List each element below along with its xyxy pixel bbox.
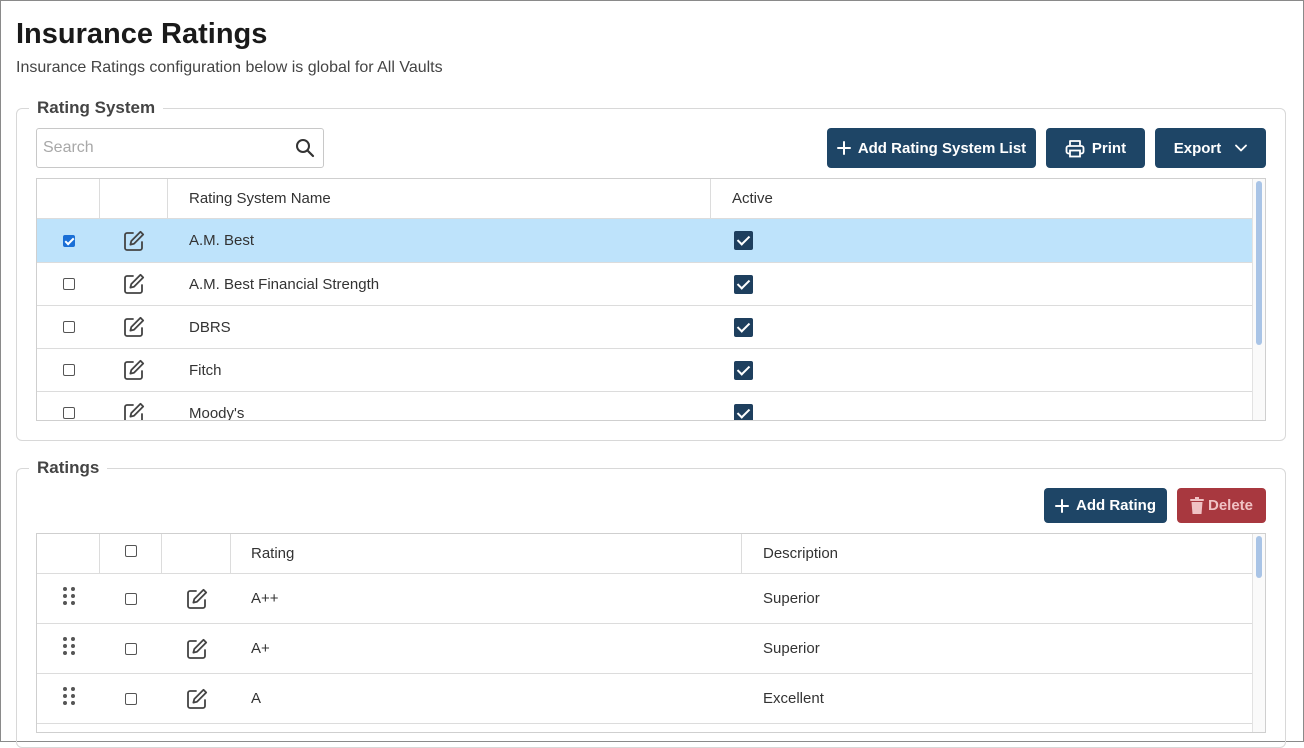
table-row[interactable]: A++ Superior <box>37 574 1254 624</box>
export-dropdown-button[interactable]: Export <box>1155 128 1266 168</box>
add-rating-system-list-label: Add Rating System List <box>857 139 1027 157</box>
print-button[interactable]: Print <box>1046 128 1145 168</box>
description-cell: Superior <box>763 590 820 607</box>
table-row[interactable]: A Excellent <box>37 674 1254 724</box>
edit-icon[interactable] <box>123 402 145 421</box>
edit-icon[interactable] <box>186 688 208 710</box>
rating-system-grid: Rating System Name Active A.M. Best A.M.… <box>36 178 1266 421</box>
active-checkbox[interactable] <box>734 274 753 294</box>
description-cell: Excellent <box>763 690 824 707</box>
printer-icon <box>1065 139 1085 157</box>
export-label: Export <box>1173 139 1222 157</box>
search-icon[interactable] <box>295 138 315 158</box>
rating-system-name-cell: A.M. Best Financial Strength <box>189 275 380 293</box>
drag-handle-icon[interactable] <box>62 587 75 605</box>
rating-system-name-cell: DBRS <box>189 318 231 336</box>
row-select-checkbox[interactable] <box>125 692 137 705</box>
print-label: Print <box>1091 139 1127 157</box>
row-select-checkbox[interactable] <box>62 278 75 290</box>
edit-icon[interactable] <box>186 638 208 660</box>
active-checkbox[interactable] <box>734 231 753 250</box>
edit-icon[interactable] <box>186 588 208 610</box>
row-select-checkbox[interactable] <box>125 592 137 605</box>
table-row[interactable]: DBRS <box>37 306 1254 349</box>
active-checkbox[interactable] <box>734 317 753 337</box>
active-checkbox[interactable] <box>734 403 753 420</box>
row-select-checkbox[interactable] <box>125 642 137 655</box>
rating-system-scrollbar[interactable] <box>1252 179 1265 420</box>
header-edit-cell <box>100 179 168 218</box>
page-subtitle: Insurance Ratings configuration below is… <box>16 59 443 76</box>
column-header-description[interactable]: Description <box>742 534 1254 573</box>
ratings-grid: Rating Description A++ Superior A+ Super… <box>36 533 1266 733</box>
rating-system-name-cell: Moody's <box>189 404 245 421</box>
row-select-checkbox[interactable] <box>62 234 75 247</box>
table-row[interactable]: Moody's <box>37 392 1254 421</box>
table-row[interactable]: A.M. Best <box>37 219 1254 263</box>
row-select-checkbox[interactable] <box>62 407 75 419</box>
rating-cell: A++ <box>251 590 279 607</box>
rating-cell: A <box>251 690 262 707</box>
add-rating-button[interactable]: Add Rating <box>1044 488 1167 523</box>
ratings-scrollbar[interactable] <box>1252 534 1265 732</box>
plus-icon <box>836 141 851 155</box>
search-input[interactable] <box>37 129 299 167</box>
header-drag-cell <box>37 534 100 573</box>
rating-cell: A+ <box>251 640 270 657</box>
column-header-rating-system-name[interactable]: Rating System Name <box>168 179 711 218</box>
chevron-down-icon <box>1235 144 1248 152</box>
drag-handle-icon[interactable] <box>62 687 75 705</box>
delete-button[interactable]: Delete <box>1177 488 1266 523</box>
edit-icon[interactable] <box>123 359 145 381</box>
header-edit-cell <box>162 534 231 573</box>
ratings-header-row: Rating Description <box>37 534 1254 574</box>
rating-system-name-cell: Fitch <box>189 361 222 379</box>
column-header-active[interactable]: Active <box>711 179 1254 218</box>
column-header-rating[interactable]: Rating <box>231 534 742 573</box>
table-row[interactable]: A.M. Best Financial Strength <box>37 263 1254 306</box>
search-box <box>36 128 324 168</box>
rating-system-header-row: Rating System Name Active <box>37 179 1254 219</box>
description-cell: Superior <box>763 640 820 657</box>
row-select-checkbox[interactable] <box>62 321 75 333</box>
plus-icon <box>1055 498 1069 513</box>
table-row[interactable]: A+ Superior <box>37 624 1254 674</box>
table-row[interactable]: Fitch <box>37 349 1254 392</box>
edit-icon[interactable] <box>123 273 145 295</box>
delete-label: Delete <box>1207 497 1254 514</box>
rating-system-legend: Rating System <box>37 98 156 117</box>
row-select-checkbox[interactable] <box>62 364 75 376</box>
add-rating-label: Add Rating <box>1076 497 1156 514</box>
page-title: Insurance Ratings <box>16 18 268 50</box>
header-select-cell <box>37 179 100 218</box>
scrollbar-thumb[interactable] <box>1256 181 1262 345</box>
scrollbar-thumb[interactable] <box>1256 536 1262 578</box>
ratings-legend: Ratings <box>37 458 100 477</box>
edit-icon[interactable] <box>123 230 145 252</box>
add-rating-system-list-button[interactable]: Add Rating System List <box>827 128 1036 168</box>
active-checkbox[interactable] <box>734 360 753 380</box>
drag-handle-icon[interactable] <box>62 637 75 655</box>
trash-icon <box>1189 497 1204 514</box>
rating-system-name-cell: A.M. Best <box>189 232 255 249</box>
edit-icon[interactable] <box>123 316 145 338</box>
select-all-checkbox[interactable] <box>124 545 137 557</box>
